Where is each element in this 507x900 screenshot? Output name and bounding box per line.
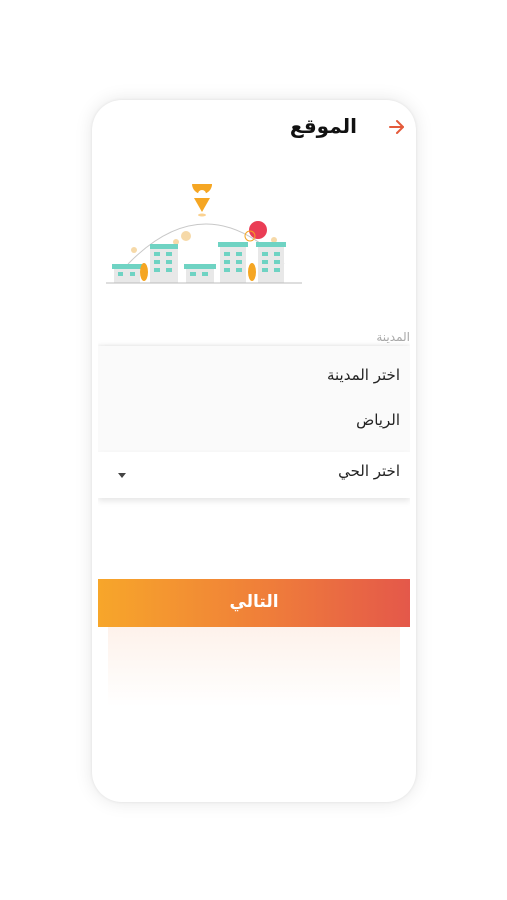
app-screen: الموقع المدينة اختر المدينة الرياض اختر … [98,106,410,796]
page-title: الموقع [289,114,357,138]
button-shadow [108,627,400,707]
city-dropdown-menu: اختر المدينة الرياض [98,346,410,452]
district-select-label: اختر الحي [338,462,400,480]
header: الموقع [98,106,410,150]
arrow-right-icon[interactable] [386,117,408,139]
caret-down-icon [118,473,126,478]
location-pin-icon [192,184,213,217]
city-field-label: المدينة [376,330,410,344]
phone-frame: الموقع المدينة اختر المدينة الرياض اختر … [92,100,416,802]
city-location-illustration [106,184,302,284]
city-option[interactable]: الرياض [356,411,400,429]
city-option[interactable]: اختر المدينة [327,366,400,384]
next-button[interactable]: التالي [98,579,410,627]
district-select[interactable]: اختر الحي [98,452,410,498]
